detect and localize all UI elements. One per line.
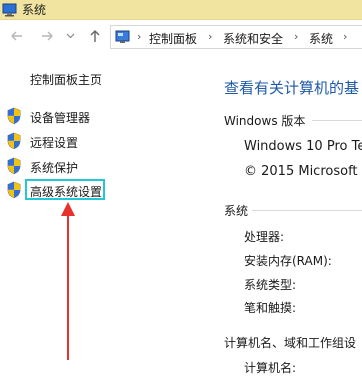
uac-shield-icon — [7, 132, 21, 150]
arrow-left-icon — [11, 31, 22, 41]
page-title: 查看有关计算机的基 — [224, 79, 360, 97]
windows-edition: Windows 10 Pro Tec — [244, 139, 362, 154]
title-bar: 系统 — [0, 0, 362, 20]
breadcrumb-system-and-security[interactable]: 系统和安全 — [223, 30, 283, 47]
computer-name-label: 计算机名: — [244, 361, 297, 375]
section-divider — [312, 120, 362, 121]
uac-shield-icon — [7, 157, 21, 175]
uac-shield-icon — [7, 107, 21, 125]
breadcrumb-separator[interactable]: › — [208, 30, 212, 43]
annotation-arrow-icon — [61, 202, 75, 360]
sidebar-item-system-protection[interactable]: 系统保护 — [6, 156, 186, 176]
control-panel-icon — [115, 30, 130, 43]
annotation-highlight-box — [25, 179, 105, 200]
sidebar-item-label: 设备管理器 — [30, 111, 91, 125]
sidebar-item-remote-settings[interactable]: 远程设置 — [6, 131, 186, 151]
address-bar[interactable]: › 控制面板 › 系统和安全 › 系统 › — [110, 25, 362, 49]
sidebar-item-label: 远程设置 — [30, 136, 79, 150]
breadcrumb-control-panel[interactable]: 控制面板 — [149, 30, 197, 47]
system-heading: 系统 — [224, 204, 249, 218]
breadcrumb-separator: › — [137, 30, 142, 43]
processor-label: 处理器: — [244, 230, 285, 244]
section-divider — [252, 210, 362, 211]
system-type-label: 系统类型: — [244, 278, 297, 292]
back-button[interactable] — [10, 29, 24, 45]
system-icon — [2, 3, 17, 17]
uac-shield-icon — [7, 181, 21, 199]
sidebar-item-device-manager[interactable]: 设备管理器 — [6, 106, 186, 126]
arrow-up-icon — [90, 30, 100, 42]
up-button[interactable] — [88, 29, 102, 45]
computer-name-heading: 计算机名、域和工作组设 — [224, 336, 357, 350]
breadcrumb-separator[interactable]: › — [343, 30, 347, 43]
navigation-bar: › 控制面板 › 系统和安全 › 系统 › — [0, 20, 362, 54]
sidebar-item-label: 系统保护 — [30, 161, 79, 175]
breadcrumb-separator[interactable]: › — [294, 30, 298, 43]
recent-locations-button[interactable] — [66, 30, 75, 46]
pen-touch-label: 笔和触摸: — [244, 301, 297, 315]
forward-button[interactable] — [40, 29, 54, 45]
windows-version-heading: Windows 版本 — [224, 114, 306, 128]
control-panel-home-link[interactable]: 控制面板主页 — [30, 71, 102, 88]
breadcrumb-system[interactable]: 系统 — [309, 30, 333, 47]
window-title: 系统 — [22, 3, 47, 17]
chevron-down-icon — [66, 33, 75, 39]
arrow-right-icon — [42, 31, 53, 41]
installed-ram-label: 安装内存(RAM): — [244, 254, 332, 268]
windows-copyright: © 2015 Microsoft C — [244, 164, 362, 179]
